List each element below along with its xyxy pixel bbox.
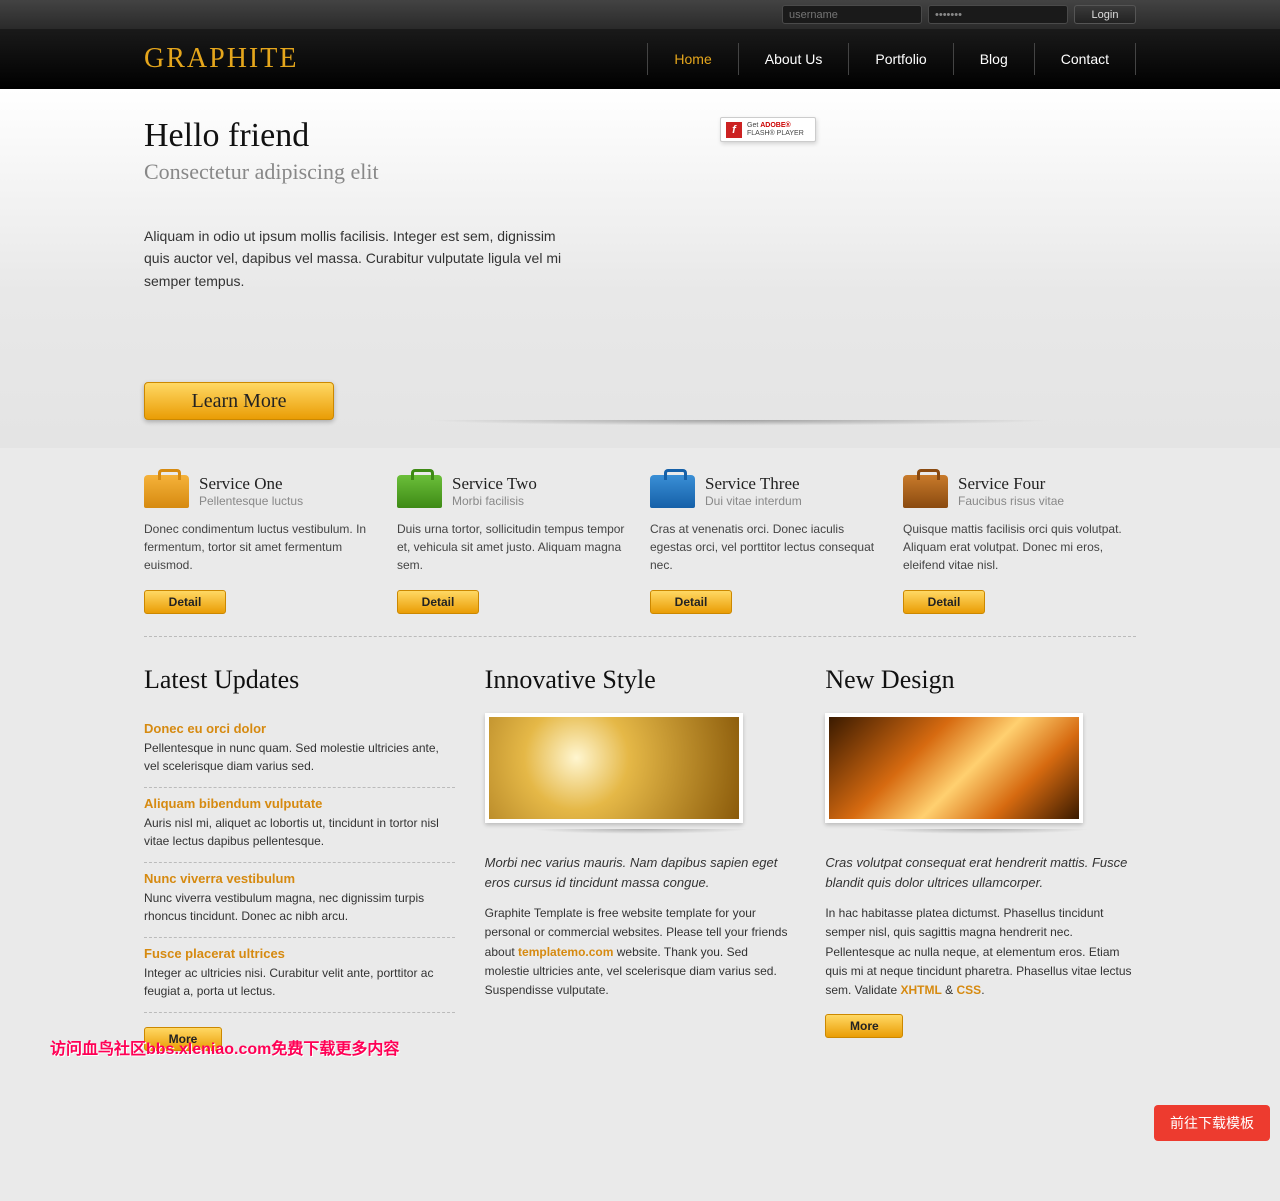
list-item: Donec eu orci dolor Pellentesque in nunc … bbox=[144, 713, 455, 788]
service-text: Donec condimentum luctus vestibulum. In … bbox=[144, 520, 377, 574]
hero-section: Hello friend Consectetur adipiscing elit… bbox=[0, 89, 1280, 292]
service-three: Service ThreeDui vitae interdum Cras at … bbox=[650, 474, 883, 614]
update-text: Integer ac ultricies nisi. Curabitur vel… bbox=[144, 964, 455, 1000]
login-button[interactable]: Login bbox=[1074, 5, 1136, 24]
update-text: Nunc viverra vestibulum magna, nec digni… bbox=[144, 889, 455, 925]
service-two: Service TwoMorbi facilisis Duis urna tor… bbox=[397, 474, 630, 614]
service-title: Service One bbox=[199, 474, 303, 494]
detail-button[interactable]: Detail bbox=[650, 590, 732, 614]
service-subtitle: Pellentesque luctus bbox=[199, 494, 303, 508]
learn-more-button[interactable]: Learn More bbox=[144, 382, 334, 420]
nav-about[interactable]: About Us bbox=[738, 43, 849, 75]
password-input[interactable] bbox=[928, 5, 1068, 24]
list-item: Nunc viverra vestibulum Nunc viverra vest… bbox=[144, 863, 455, 938]
flash-player-badge[interactable]: f Get ADOBE®FLASH® PLAYER bbox=[720, 117, 816, 142]
lead-text: Morbi nec varius mauris. Nam dapibus sap… bbox=[485, 853, 796, 892]
briefcase-icon bbox=[903, 475, 948, 508]
service-text: Cras at venenatis orci. Donec iaculis eg… bbox=[650, 520, 883, 574]
xhtml-link[interactable]: XHTML bbox=[901, 983, 942, 997]
shadow-divider bbox=[144, 420, 1136, 440]
newdesign-column: New Design Cras volutpat consequat erat … bbox=[825, 665, 1136, 1051]
column-heading: Innovative Style bbox=[485, 665, 796, 695]
service-title: Service Two bbox=[452, 474, 537, 494]
updates-list: Donec eu orci dolor Pellentesque in nunc … bbox=[144, 713, 455, 1013]
briefcase-icon bbox=[144, 475, 189, 508]
service-subtitle: Dui vitae interdum bbox=[705, 494, 802, 508]
service-subtitle: Morbi facilisis bbox=[452, 494, 537, 508]
thumbnail-image bbox=[485, 713, 743, 823]
update-link[interactable]: Aliquam bibendum vulputate bbox=[144, 796, 322, 811]
learn-more-section: Learn More bbox=[0, 292, 1280, 448]
update-text: Auris nisl mi, aliquet ac lobortis ut, t… bbox=[144, 814, 455, 850]
hero-title: Hello friend bbox=[144, 117, 564, 155]
detail-button[interactable]: Detail bbox=[397, 590, 479, 614]
service-text: Duis urna tortor, sollicitudin tempus te… bbox=[397, 520, 630, 574]
detail-button[interactable]: Detail bbox=[144, 590, 226, 614]
site-logo: GRAPHITE bbox=[144, 43, 298, 75]
updates-column: Latest Updates Donec eu orci dolor Pellen… bbox=[144, 665, 455, 1051]
content-columns: Latest Updates Donec eu orci dolor Pellen… bbox=[0, 637, 1280, 1071]
briefcase-icon bbox=[650, 475, 695, 508]
service-subtitle: Faucibus risus vitae bbox=[958, 494, 1064, 508]
update-link[interactable]: Fusce placerat ultrices bbox=[144, 946, 285, 961]
update-link[interactable]: Nunc viverra vestibulum bbox=[144, 871, 295, 886]
body-text: In hac habitasse platea dictumst. Phasel… bbox=[825, 904, 1136, 1000]
service-one: Service OnePellentesque luctus Donec con… bbox=[144, 474, 377, 614]
detail-button[interactable]: Detail bbox=[903, 590, 985, 614]
nav-blog[interactable]: Blog bbox=[953, 43, 1034, 75]
thumbnail-image bbox=[825, 713, 1083, 823]
topbar: Login bbox=[0, 0, 1280, 29]
service-title: Service Four bbox=[958, 474, 1064, 494]
body-text: Graphite Template is free website templa… bbox=[485, 904, 796, 1000]
watermark-text: 访问血鸟社区bbs.xleniao.com免费下载更多内容 bbox=[50, 1035, 399, 1059]
hero-body: Aliquam in odio ut ipsum mollis facilisi… bbox=[144, 225, 564, 292]
service-title: Service Three bbox=[705, 474, 802, 494]
nav-contact[interactable]: Contact bbox=[1034, 43, 1136, 75]
list-item: Aliquam bibendum vulputate Auris nisl mi,… bbox=[144, 788, 455, 863]
services-row: Service OnePellentesque luctus Donec con… bbox=[144, 448, 1136, 637]
column-heading: Latest Updates bbox=[144, 665, 455, 695]
more-button[interactable]: More bbox=[825, 1014, 903, 1038]
column-heading: New Design bbox=[825, 665, 1136, 695]
update-text: Pellentesque in nunc quam. Sed molestie … bbox=[144, 739, 455, 775]
shadow-divider bbox=[485, 829, 796, 843]
css-link[interactable]: CSS bbox=[957, 983, 982, 997]
nav-home[interactable]: Home bbox=[647, 43, 737, 75]
download-template-button[interactable]: 前往下载模板 bbox=[1154, 1105, 1270, 1141]
lead-text: Cras volutpat consequat erat hendrerit m… bbox=[825, 853, 1136, 892]
hero-subtitle: Consectetur adipiscing elit bbox=[144, 159, 564, 185]
shadow-divider bbox=[825, 829, 1136, 843]
flash-icon: f bbox=[726, 122, 742, 138]
header: GRAPHITE Home About Us Portfolio Blog Co… bbox=[0, 29, 1280, 89]
innovative-column: Innovative Style Morbi nec varius mauris… bbox=[485, 665, 796, 1051]
main-nav: Home About Us Portfolio Blog Contact bbox=[647, 43, 1136, 75]
service-text: Quisque mattis facilisis orci quis volut… bbox=[903, 520, 1136, 574]
service-four: Service FourFaucibus risus vitae Quisque… bbox=[903, 474, 1136, 614]
flash-text: Get ADOBE®FLASH® PLAYER bbox=[747, 122, 804, 137]
update-link[interactable]: Donec eu orci dolor bbox=[144, 721, 266, 736]
briefcase-icon bbox=[397, 475, 442, 508]
nav-portfolio[interactable]: Portfolio bbox=[848, 43, 952, 75]
templatemo-link[interactable]: templatemo.com bbox=[518, 945, 613, 959]
list-item: Fusce placerat ultrices Integer ac ultric… bbox=[144, 938, 455, 1013]
username-input[interactable] bbox=[782, 5, 922, 24]
